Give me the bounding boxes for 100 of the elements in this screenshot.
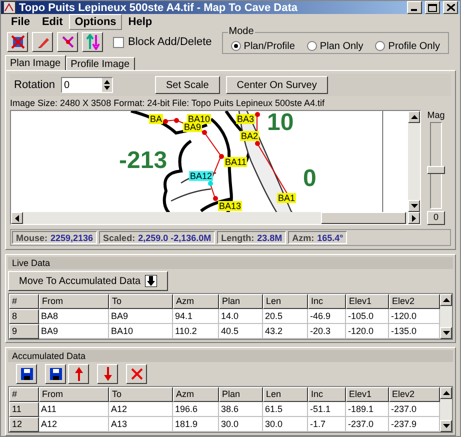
table-cell: -237.0 <box>346 417 389 432</box>
row-header: 8 <box>9 309 39 324</box>
pencil-icon <box>36 35 50 49</box>
radio-label: Plan/Profile <box>244 40 295 52</box>
table-cell: A13 <box>109 417 173 432</box>
mag-slider[interactable] <box>430 122 442 209</box>
column-header: Elev1 <box>346 387 389 402</box>
station-dot[interactable] <box>202 130 207 135</box>
table-cell: 110.2 <box>173 324 219 339</box>
map-view[interactable]: -213 10 0 BA BA10 BA3 BA9 BA2 BA11 BA12 BA1 BA13 <box>11 111 408 212</box>
split-line-icon <box>60 35 74 49</box>
station-dot[interactable] <box>255 141 260 146</box>
elevation-label: 0 <box>303 167 316 191</box>
save-as-button[interactable] <box>45 364 66 384</box>
section-title: Live Data <box>8 257 453 269</box>
column-header: To <box>109 387 173 402</box>
maximize-button[interactable] <box>425 1 440 14</box>
radio-label: Profile Only <box>388 40 440 52</box>
radio-button[interactable] <box>306 41 317 51</box>
table-cell: -46.9 <box>308 309 346 324</box>
rotation-label: Rotation <box>14 79 55 91</box>
app-icon <box>3 1 16 14</box>
radio-button[interactable] <box>375 41 386 51</box>
station-dot[interactable] <box>208 181 213 186</box>
column-header: Elev2 <box>389 387 440 402</box>
column-header: Len <box>263 387 308 402</box>
column-header: # <box>9 387 39 402</box>
scrollbar[interactable] <box>440 294 452 339</box>
row-header: 11 <box>9 402 39 417</box>
slider-thumb[interactable] <box>427 166 445 174</box>
tab[interactable]: Profile Image <box>66 57 135 70</box>
table-cell: 181.9 <box>173 417 219 432</box>
mag-label: Mag <box>427 110 445 120</box>
row-header: 12 <box>9 417 39 432</box>
save-button[interactable] <box>16 364 37 384</box>
pencil-button[interactable] <box>32 32 53 52</box>
table-cell: -237.0 <box>389 402 440 417</box>
menu-item[interactable]: Edit <box>36 14 69 30</box>
status-value: 2259,2136 <box>50 232 94 242</box>
column-header: Inc <box>308 387 346 402</box>
toolbar-button[interactable]: Center On Survey <box>226 76 328 94</box>
station-dot[interactable] <box>255 112 260 117</box>
delete-button[interactable] <box>126 364 147 384</box>
table-cell: 14.0 <box>219 309 263 324</box>
station-dot[interactable] <box>213 196 218 201</box>
menu-item[interactable]: Options <box>68 14 122 30</box>
move-up-button[interactable] <box>68 364 89 384</box>
column-header: Plan <box>219 387 263 402</box>
menu-item[interactable]: Help <box>122 14 158 30</box>
table-cell: -189.1 <box>346 402 389 417</box>
station-label: BA <box>149 114 164 124</box>
section-title: Accumulated Data <box>8 350 453 362</box>
table-cell: 30.0 <box>263 417 308 432</box>
column-header: To <box>109 294 173 309</box>
close-icon <box>130 368 142 380</box>
radio-button[interactable] <box>230 41 241 51</box>
status-label: Mouse: <box>16 232 48 242</box>
menu-item[interactable]: File <box>5 14 36 30</box>
right-arrow-icon <box>412 214 416 222</box>
table-cell: 43.2 <box>263 324 308 339</box>
table-cell: 30.0 <box>219 417 263 432</box>
table-cell: -120.0 <box>389 309 440 324</box>
table-cell: 61.5 <box>263 402 308 417</box>
down-arrow-icon <box>442 424 450 428</box>
toolbar-button[interactable]: Set Scale <box>154 76 220 94</box>
table-cell: -237.9 <box>389 417 440 432</box>
station-dot[interactable] <box>174 118 179 123</box>
tab[interactable]: Plan Image <box>5 55 66 70</box>
column-header: From <box>39 294 109 309</box>
image-info: Image Size: 2480 X 3508 Format: 24-bit File: Topo Puits Lepineux 500ste A4.tif <box>10 98 326 108</box>
table-cell: 38.6 <box>219 402 263 417</box>
split-line-button[interactable] <box>57 32 78 52</box>
column-header: Len <box>263 294 308 309</box>
elevation-label: -213 <box>119 149 168 173</box>
table-cell: -20.3 <box>308 324 346 339</box>
status-label: Scaled: <box>103 232 136 242</box>
column-header: From <box>39 387 109 402</box>
window-title: Topo Puits Lepineux 500ste A4.tif - Map To Cave Data <box>19 2 299 14</box>
scrollbar[interactable] <box>408 111 420 212</box>
delete-station-button[interactable] <box>7 32 28 52</box>
checkbox[interactable] <box>113 36 124 48</box>
station-label: BA1 <box>277 193 296 203</box>
station-label: BA9 <box>183 122 202 132</box>
scrollbar[interactable] <box>11 212 420 224</box>
table-cell: BA9 <box>39 324 109 339</box>
station-dot[interactable] <box>163 119 168 124</box>
rotation-field[interactable]: 0 <box>60 77 113 93</box>
column-header: Elev2 <box>389 294 440 309</box>
move-button[interactable]: Move To Accumulated Data <box>8 271 168 291</box>
close-icon <box>446 4 454 11</box>
close-button[interactable] <box>443 1 458 14</box>
move-down-button[interactable] <box>97 364 118 384</box>
table-cell: 20.5 <box>263 309 308 324</box>
station-dot[interactable] <box>219 154 224 159</box>
scrollbar[interactable] <box>440 387 452 432</box>
minimize-button[interactable] <box>407 1 422 14</box>
table-cell: A12 <box>39 417 109 432</box>
arrows-button[interactable] <box>82 32 103 52</box>
up-arrow-icon <box>442 298 450 302</box>
table-cell: A12 <box>109 402 173 417</box>
